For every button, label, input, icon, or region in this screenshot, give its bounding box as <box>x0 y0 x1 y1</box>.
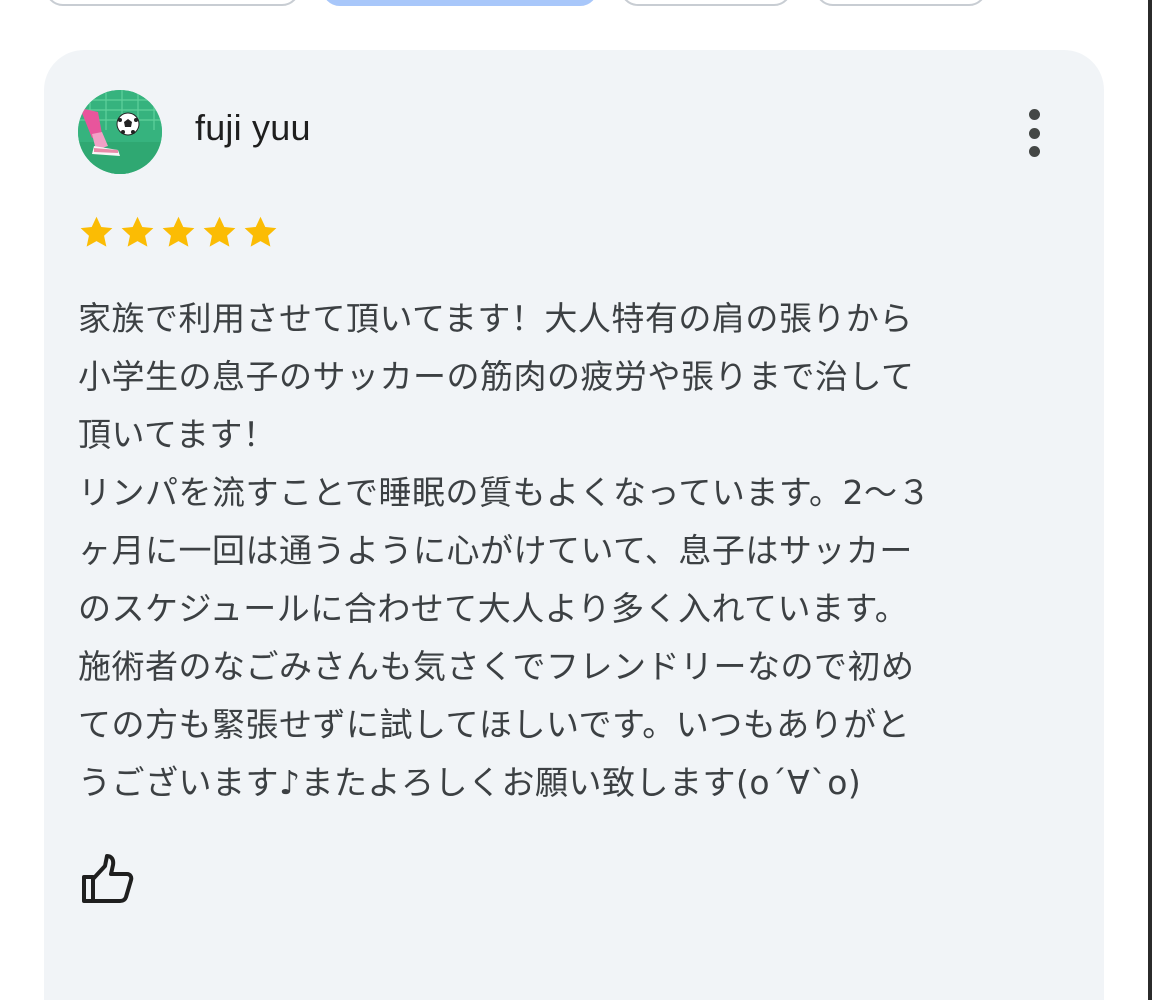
filter-chip[interactable] <box>620 0 792 6</box>
page: fuji yuu 家族で利用させて頂いてます！大人特有の肩の張りから 小学生の息… <box>0 0 1152 1000</box>
like-button[interactable] <box>78 850 138 910</box>
soccer-avatar-icon <box>78 90 162 174</box>
more-vert-icon <box>1028 109 1040 120</box>
more-options-button[interactable] <box>1012 105 1056 161</box>
review-card: fuji yuu 家族で利用させて頂いてます！大人特有の肩の張りから 小学生の息… <box>44 50 1104 1000</box>
review-text: 家族で利用させて頂いてます！大人特有の肩の張りから 小学生の息子のサッカーの筋肉… <box>78 299 932 802</box>
star-icon <box>121 216 154 247</box>
filter-chip-selected[interactable] <box>322 0 598 6</box>
star-icon <box>244 216 277 247</box>
more-vert-icon-dot <box>1028 146 1040 157</box>
reviewer-name[interactable]: fuji yuu <box>195 106 311 150</box>
star-icon <box>80 216 113 247</box>
reviewer-avatar[interactable] <box>78 90 162 174</box>
filter-chip[interactable] <box>815 0 987 6</box>
star-rating <box>78 214 279 251</box>
star-icon <box>203 216 236 247</box>
thumb-up-icon <box>82 854 134 903</box>
filter-chip[interactable] <box>45 0 300 6</box>
scroll-edge <box>1148 0 1152 1000</box>
star-icon <box>162 216 195 247</box>
more-vert-icon-dot <box>1028 127 1040 139</box>
